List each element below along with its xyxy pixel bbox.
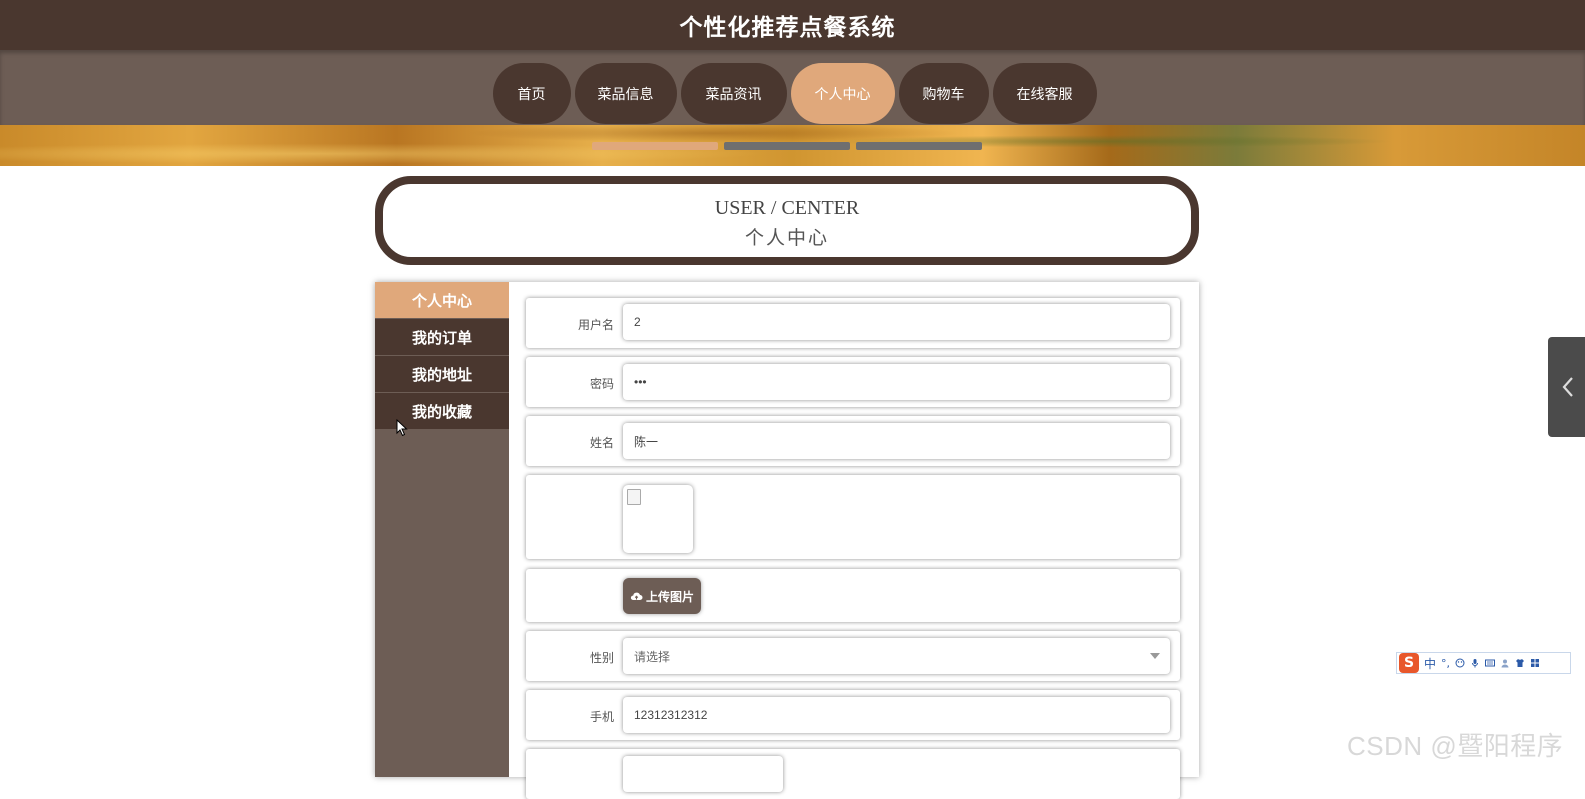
username-label: 用户名 [577,318,614,332]
page-heading-zh: 个人中心 [744,227,829,249]
page-heading-en: USER / CENTER [714,197,860,219]
ime-mode[interactable]: 中 [1424,655,1436,672]
next-field-input[interactable] [623,756,783,792]
side-panel-toggle[interactable] [1548,337,1585,437]
form-row-password: 密码 ••• [526,357,1180,407]
nav-dish-news[interactable]: 菜品资讯 [680,63,787,124]
nav-user-center[interactable]: 个人中心 [790,63,895,124]
nav-dish-info[interactable]: 菜品信息 [574,63,677,124]
cloud-upload-icon [630,592,643,600]
broken-image-icon [627,489,641,505]
nav-cart[interactable]: 购物车 [898,63,989,124]
upload-image-label: 上传图片 [645,589,694,604]
sidebar-item-user-center[interactable]: 个人中心 [375,282,509,319]
avatar-preview [623,485,693,553]
skin-shirt-icon[interactable] [1515,658,1525,668]
password-label: 密码 [589,377,614,391]
gender-select[interactable]: 请选择 [623,638,1170,674]
carousel-dot-2[interactable] [724,142,850,150]
gender-label: 性别 [589,651,614,665]
form-row-phone: 手机 12312312312 [526,690,1180,740]
user-icon[interactable] [1500,658,1510,668]
nav-home[interactable]: 首页 [492,63,571,124]
punctuation-icon[interactable]: °, [1441,657,1450,670]
microphone-icon[interactable] [1470,658,1480,668]
page-heading-box: USER / CENTER 个人中心 [375,176,1199,265]
gender-select-placeholder: 请选择 [634,649,671,664]
carousel-indicators [592,142,982,150]
user-center-panel: 个人中心 我的订单 我的地址 我的收藏 用户名 2 密码 ••• 姓名 陈一 上… [375,282,1199,799]
password-input[interactable]: ••• [623,364,1170,400]
form-row-upload: 上传图片 [526,569,1180,622]
nav-online-service[interactable]: 在线客服 [992,63,1097,124]
carousel-dot-1[interactable] [592,142,718,150]
emoji-icon[interactable] [1455,658,1465,668]
form-row-gender: 性别 请选择 [526,631,1180,681]
toolbox-grid-icon[interactable] [1530,658,1540,668]
phone-input[interactable]: 12312312312 [623,697,1170,733]
phone-label: 手机 [589,710,614,724]
username-input[interactable]: 2 [623,304,1170,340]
user-sidebar: 个人中心 我的订单 我的地址 我的收藏 [375,282,509,777]
chevron-down-icon [1150,653,1160,659]
carousel-dot-3[interactable] [856,142,982,150]
form-row-username: 用户名 2 [526,298,1180,348]
site-title: 个性化推荐点餐系统 [679,15,896,41]
watermark-text: CSDN @暨阳程序 [1347,731,1564,761]
top-header: 个性化推荐点餐系统 [0,0,1585,50]
keyboard-icon[interactable] [1485,658,1496,668]
main-nav: 首页 菜品信息 菜品资讯 个人中心 购物车 在线客服 [0,63,1585,124]
ime-toolbar[interactable]: S 中 °, [1396,652,1571,674]
mouse-cursor-icon [396,419,408,437]
chevron-left-icon [1562,377,1573,397]
upload-image-button[interactable]: 上传图片 [623,578,701,614]
sogou-logo-icon: S [1399,653,1419,673]
form-row-avatar [526,475,1180,559]
name-input[interactable]: 陈一 [623,423,1170,459]
name-label: 姓名 [589,436,614,450]
sidebar-item-my-address[interactable]: 我的地址 [375,356,509,393]
form-row-name: 姓名 陈一 [526,416,1180,466]
form-row-next [526,749,1180,799]
sidebar-item-my-orders[interactable]: 我的订单 [375,319,509,356]
